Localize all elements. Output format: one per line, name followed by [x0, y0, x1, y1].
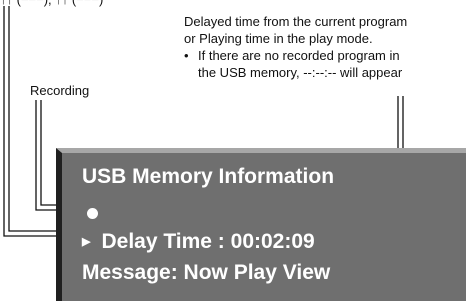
- usb-memory-info-panel: USB Memory Information ▶ Delay Time : 00:…: [56, 148, 466, 301]
- message-row: Message: Now Play View: [82, 261, 331, 284]
- recording-indicator-icon: [87, 208, 98, 219]
- panel-title: USB Memory Information: [82, 165, 335, 188]
- delay-time-value: Delay Time : 00:02:09: [101, 230, 315, 253]
- delay-time-row: ▶ Delay Time : 00:02:09: [82, 230, 315, 254]
- play-arrow-icon: ▶: [82, 236, 91, 248]
